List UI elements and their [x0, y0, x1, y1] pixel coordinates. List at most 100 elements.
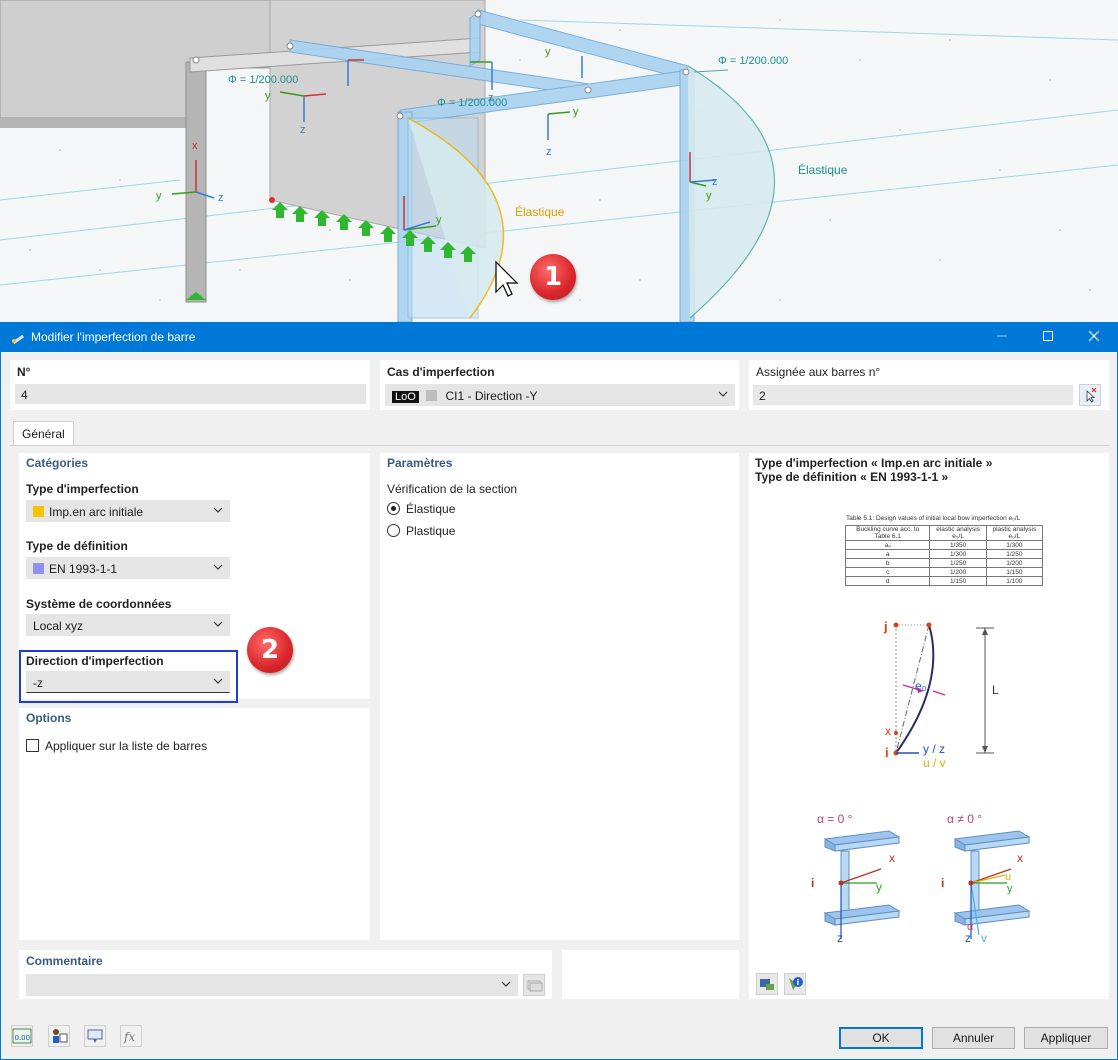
coord-system-label: Système de coordonnées: [26, 597, 172, 611]
section-i-label: i: [941, 876, 945, 890]
number-field[interactable]: 4: [15, 384, 366, 404]
chevron-down-icon: [213, 507, 223, 513]
section-y-label: y: [876, 880, 882, 894]
table-button[interactable]: [48, 1025, 70, 1047]
diagram-yz: y / z: [923, 742, 946, 756]
elastic-label-yellow: Élastique: [515, 205, 565, 219]
table-row: c 1/200 1/150: [844, 567, 1044, 577]
comment-title: Commentaire: [26, 954, 103, 968]
plastic-radio-label: Plastique: [406, 524, 456, 538]
minimize-icon: [997, 335, 1007, 337]
table-cell: c: [844, 567, 931, 577]
table-cell: 1/300: [929, 549, 987, 559]
comment-input[interactable]: [26, 974, 518, 996]
phi-label-left: Φ = 1/200.000: [228, 74, 299, 86]
table-cell: 1/150: [985, 567, 1044, 577]
axis-label-z: z: [546, 146, 552, 158]
edit-member-imperfection-dialog: Modifier l'imperfection de barre N° 4 Ca…: [0, 322, 1118, 1060]
elastic-radio[interactable]: [387, 502, 400, 515]
cancel-button[interactable]: Annuler: [932, 1027, 1015, 1049]
table-cell: 1/350: [929, 540, 987, 550]
chevron-down-icon: [213, 678, 223, 684]
table-row: a 1/300 1/250: [844, 549, 1044, 559]
case-select[interactable]: LoO CI1 - Direction -Y: [385, 384, 735, 406]
definition-type-select[interactable]: EN 1993-1-1: [26, 557, 230, 579]
chevron-down-icon: [213, 564, 223, 570]
chevron-down-icon: [718, 391, 728, 397]
imperfection-type-swatch: [33, 506, 44, 517]
table-cell: 1/200: [929, 567, 987, 577]
coord-system-select[interactable]: Local xyz: [26, 614, 230, 636]
info-graphic-button[interactable]: [756, 973, 778, 995]
close-button[interactable]: [1071, 323, 1117, 352]
svg-text:i: i: [797, 978, 800, 987]
dialog-title: Modifier l'imperfection de barre: [31, 330, 196, 344]
chevron-down-icon: [501, 981, 511, 987]
section-v-label: v: [981, 931, 987, 945]
direction-select[interactable]: -z: [26, 671, 230, 693]
apply-button[interactable]: Appliquer: [1024, 1027, 1108, 1049]
table-cell: a₀: [844, 540, 931, 550]
section-z-label: z: [837, 931, 843, 945]
formula-icon: fx: [123, 1030, 135, 1044]
bow-imperfection-diagram: [893, 622, 994, 756]
chevron-down-icon: [213, 621, 223, 627]
table-cell: 1/300: [985, 540, 1044, 550]
pick-cursor-icon: [1086, 387, 1097, 403]
axis-label-y: y: [156, 190, 162, 202]
axis-label-y: y: [573, 106, 579, 118]
close-icon: [1088, 330, 1100, 342]
axis-label-z: z: [218, 192, 224, 204]
categories-title: Catégories: [26, 456, 89, 470]
coord-system-value: Local xyz: [33, 619, 84, 633]
axis-label-y: y: [545, 46, 551, 58]
table-row: a₀ 1/350 1/300: [844, 540, 1044, 550]
case-color-swatch: [426, 390, 438, 401]
ok-button[interactable]: OK: [839, 1027, 923, 1049]
imperfection-type-select[interactable]: Imp.en arc initiale: [26, 500, 230, 522]
callout-badge-2: 2: [247, 627, 293, 673]
title-bar[interactable]: Modifier l'imperfection de barre: [1, 323, 1117, 352]
load-case-tag: LoO: [392, 391, 419, 403]
section-z-label: z: [965, 931, 971, 945]
section-alpha-ne-0: α ≠ 0 °: [947, 812, 982, 826]
tab-general[interactable]: Général: [13, 421, 74, 446]
plastic-radio[interactable]: [387, 524, 400, 537]
table-cell: 1/250: [985, 549, 1044, 559]
table-row: d 1/150 1/100: [844, 576, 1044, 586]
select-members-button[interactable]: [1079, 384, 1101, 406]
maximize-icon: [1043, 331, 1053, 341]
assigned-members-field[interactable]: 2: [753, 385, 1073, 405]
apply-member-list-checkbox[interactable]: [26, 739, 39, 752]
imperfection-type-value: Imp.en arc initiale: [49, 505, 144, 519]
diagram-e0: e₀: [915, 679, 927, 693]
model-viewport[interactable]: Φ = 1/200.000 Φ = 1/200.000 Φ = 1/200.00…: [0, 0, 1118, 322]
parameters-title: Paramètres: [387, 456, 453, 470]
i-section-alpha-ne-0: [953, 830, 1031, 939]
info-icon: i: [789, 977, 803, 990]
diagram-L: L: [992, 683, 999, 697]
case-label: Cas d'imperfection: [387, 365, 495, 379]
section-x-label: x: [889, 851, 895, 865]
maximize-button[interactable]: [1025, 323, 1071, 352]
section-check-label: Vérification de la section: [387, 482, 518, 496]
diagram-x: x: [885, 724, 891, 738]
units-button[interactable]: 0.00: [11, 1025, 33, 1047]
display-button[interactable]: [84, 1025, 106, 1047]
member-imperfection-icon: [12, 334, 25, 345]
comment-library-button[interactable]: [523, 974, 545, 996]
options-title: Options: [26, 711, 72, 725]
minimize-button[interactable]: [979, 323, 1025, 352]
axis-label-y: y: [706, 190, 712, 202]
info-line-2: Type de définition « EN 1993-1-1 »: [755, 470, 949, 484]
svg-text:0.00: 0.00: [15, 1034, 31, 1042]
table-cell: b: [844, 558, 931, 568]
info-help-button[interactable]: i: [784, 973, 806, 995]
formula-button[interactable]: fx: [120, 1025, 142, 1047]
table-row: b 1/250 1/200: [844, 558, 1044, 568]
table-cell: 1/200: [985, 558, 1044, 568]
phi-leader-line: [693, 69, 729, 73]
elastic-label-teal: Élastique: [798, 163, 848, 177]
axis-label-y: y: [436, 214, 442, 226]
elastic-curve-teal: [687, 65, 776, 319]
